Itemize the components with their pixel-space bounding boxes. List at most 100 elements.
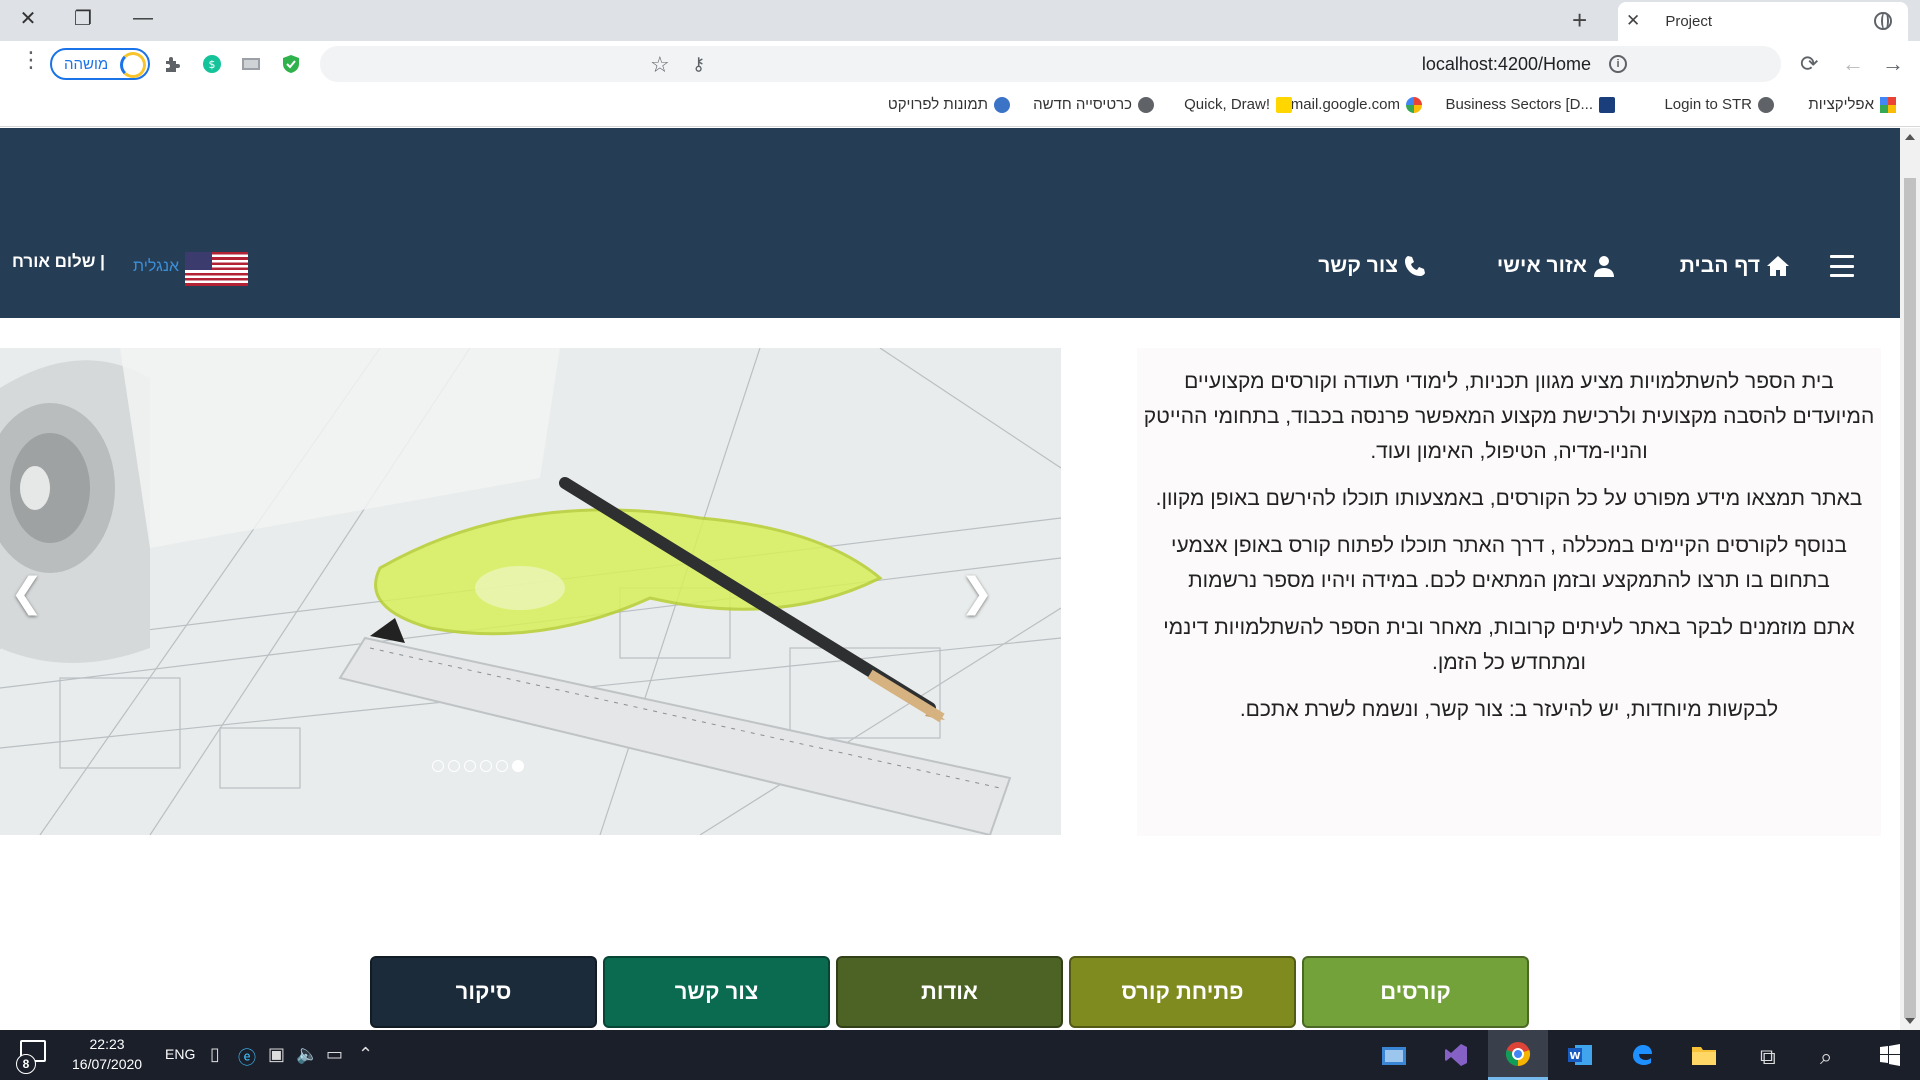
nav-contact-label: צור קשר bbox=[1318, 254, 1398, 277]
forward-icon[interactable]: ← bbox=[1842, 51, 1864, 77]
notification-count: 8 bbox=[16, 1054, 36, 1074]
edge-legacy-tray-icon[interactable]: ⓔ bbox=[238, 1044, 256, 1070]
user-icon bbox=[1594, 256, 1614, 277]
web-page: דף הבית אזור אישי צור קשר אנגלית שלום או… bbox=[0, 128, 1900, 1030]
carousel-dot[interactable] bbox=[496, 760, 508, 772]
site-navbar: דף הבית אזור אישי צור קשר אנגלית שלום או… bbox=[0, 128, 1900, 318]
pencil-icon bbox=[1276, 96, 1292, 113]
hamburger-menu-icon[interactable] bbox=[1830, 255, 1854, 277]
about-paragraph: לבקשות מיוחדות, יש להיעזר ב: צור קשר, ונ… bbox=[1239, 698, 1779, 721]
globe-icon bbox=[1138, 96, 1154, 113]
about-paragraph: אתם מוזמנים לבקר באתר לעיתים קרובות, מאח… bbox=[1163, 616, 1855, 674]
taskbar-chrome-icon[interactable] bbox=[1488, 1030, 1548, 1080]
reload-icon[interactable]: ⟳ bbox=[1800, 51, 1818, 77]
bookmark-project-images[interactable]: תמונות לפרויקט bbox=[888, 96, 1010, 113]
taskbar-clock[interactable]: 22:23 16/07/2020 bbox=[72, 1034, 142, 1074]
about-paragraph: באתר תמצאו מידע מפורט על כל הקורסים, באמ… bbox=[1155, 487, 1863, 510]
close-window-button[interactable]: ✕ bbox=[5, 0, 51, 36]
tab-title: Project bbox=[1665, 13, 1712, 30]
action-center-icon[interactable]: 8 bbox=[16, 1040, 46, 1074]
courses-button[interactable]: קורסים bbox=[1302, 956, 1529, 1028]
shield-extension-icon[interactable] bbox=[281, 54, 301, 74]
restore-window-button[interactable]: ❐ bbox=[60, 0, 106, 36]
home-icon bbox=[1767, 256, 1789, 276]
grammarly-extension-icon[interactable]: $ bbox=[202, 54, 222, 74]
browser-toolbar: ⋮ מושהה $ ☆ ⚷ i localhost:4200/Home ⟳ ← … bbox=[0, 41, 1920, 87]
about-text-box: בית הספר להשתלמויות מציע מגוון תכניות, ל… bbox=[1137, 348, 1881, 836]
nav-home-label: דף הבית bbox=[1679, 254, 1760, 277]
extensions-puzzle-icon[interactable] bbox=[162, 54, 182, 74]
nav-home-link[interactable]: דף הבית bbox=[1680, 254, 1790, 278]
taskbar-file-explorer-icon[interactable] bbox=[1674, 1030, 1734, 1080]
show-hidden-icons-chevron-icon[interactable]: ⌃ bbox=[358, 1044, 373, 1065]
about-paragraph: בנוסף לקורסים הקיימים במכללה , דרך האתר … bbox=[1171, 534, 1847, 592]
network-icon[interactable]: ▣ bbox=[268, 1044, 285, 1065]
language-switch-link[interactable]: אנגלית bbox=[133, 258, 179, 276]
main-actions-row: קורסים פתיחת קורס אודות צור קשר סיקור bbox=[370, 956, 1530, 1030]
avatar bbox=[120, 52, 146, 78]
taskbar-app-store-icon[interactable] bbox=[1364, 1030, 1424, 1080]
carousel-dot[interactable] bbox=[480, 760, 492, 772]
carousel-dot[interactable] bbox=[464, 760, 476, 772]
address-bar[interactable]: ☆ ⚷ i localhost:4200/Home bbox=[320, 46, 1781, 82]
site-info-icon[interactable]: i bbox=[1609, 55, 1627, 73]
bookmark-quick-draw[interactable]: Quick, Draw! bbox=[1184, 96, 1292, 113]
globe-icon bbox=[1758, 96, 1774, 113]
scroll-down-arrow-icon[interactable] bbox=[1905, 1018, 1915, 1024]
carousel-indicators[interactable] bbox=[432, 760, 524, 772]
about-paragraph: בית הספר להשתלמויות מציע מגוון תכניות, ל… bbox=[1143, 370, 1875, 463]
carousel-dot[interactable] bbox=[448, 760, 460, 772]
scrollbar-thumb[interactable] bbox=[1904, 178, 1916, 1018]
tab-project[interactable]: Project ✕ bbox=[1618, 2, 1908, 41]
close-tab-icon[interactable]: ✕ bbox=[1626, 11, 1640, 31]
profile-label: מושהה bbox=[64, 56, 109, 73]
bird-icon bbox=[994, 96, 1010, 113]
about-button[interactable]: אודות bbox=[836, 956, 1063, 1028]
task-view-icon[interactable]: ⧉ bbox=[1760, 1044, 1776, 1070]
carousel-next-arrow[interactable]: ❯ bbox=[960, 570, 994, 616]
key-icon[interactable]: ⚷ bbox=[692, 54, 705, 75]
page-scrollbar[interactable] bbox=[1900, 128, 1920, 1030]
usb-device-icon[interactable]: ▯ bbox=[210, 1044, 220, 1065]
new-tab-button[interactable]: + bbox=[1572, 5, 1587, 36]
taskbar-edge-icon[interactable] bbox=[1612, 1030, 1672, 1080]
volume-icon[interactable]: 🔈 bbox=[296, 1044, 318, 1065]
bookmark-label: Quick, Draw! bbox=[1184, 96, 1270, 113]
windows-taskbar: 8 22:23 16/07/2020 ENG ▯ ⓔ ▣ 🔈 ▭ ⌃ W ⧉ ⌕ bbox=[0, 1030, 1920, 1080]
nav-personal-area-link[interactable]: אזור אישי bbox=[1497, 254, 1615, 278]
back-icon[interactable]: → bbox=[1882, 51, 1904, 77]
bookmark-login-str[interactable]: Login to STR bbox=[1664, 96, 1774, 113]
bookmark-gmail[interactable]: mail.google.com bbox=[1291, 96, 1422, 113]
us-flag-icon[interactable] bbox=[185, 252, 248, 286]
input-language-indicator[interactable]: ENG bbox=[165, 1046, 195, 1062]
profile-button[interactable]: מושהה bbox=[50, 48, 150, 80]
bookmark-business-sectors[interactable]: Business Sectors [D... bbox=[1445, 96, 1615, 113]
apps-grid-icon bbox=[1880, 96, 1896, 113]
nav-contact-link[interactable]: צור קשר bbox=[1318, 254, 1426, 278]
bookmark-star-icon[interactable]: ☆ bbox=[650, 52, 670, 78]
image-carousel[interactable]: ❮ ❯ bbox=[0, 348, 1061, 835]
bookmark-apps[interactable]: אפליקציות bbox=[1808, 96, 1896, 113]
image-extension-icon[interactable] bbox=[241, 54, 261, 74]
carousel-prev-arrow[interactable]: ❮ bbox=[10, 570, 44, 616]
carousel-dot-active[interactable] bbox=[512, 760, 524, 772]
battery-icon[interactable]: ▭ bbox=[326, 1044, 343, 1065]
clock-time: 22:23 bbox=[89, 1036, 125, 1052]
taskbar-word-icon[interactable]: W bbox=[1550, 1030, 1610, 1080]
start-windows-icon[interactable] bbox=[1860, 1030, 1920, 1080]
scroll-up-arrow-icon[interactable] bbox=[1905, 134, 1915, 140]
menu-dots-icon[interactable]: ⋮ bbox=[20, 47, 42, 73]
bookmark-new-tab[interactable]: כרטיסייה חדשה bbox=[1033, 96, 1154, 113]
phone-icon bbox=[1405, 256, 1425, 276]
clock-date: 16/07/2020 bbox=[72, 1056, 143, 1072]
taskbar-visual-studio-icon[interactable] bbox=[1426, 1030, 1486, 1080]
search-icon[interactable]: ⌕ bbox=[1820, 1044, 1832, 1070]
browser-tab-bar: ✕ ❐ — + Project ✕ bbox=[0, 0, 1920, 41]
carousel-dot[interactable] bbox=[432, 760, 444, 772]
svg-text:W: W bbox=[1569, 1051, 1580, 1062]
review-button[interactable]: סיקור bbox=[370, 956, 597, 1028]
minimize-window-button[interactable]: — bbox=[120, 0, 166, 36]
globe-icon bbox=[1874, 12, 1892, 30]
open-course-button[interactable]: פתיחת קורס bbox=[1069, 956, 1296, 1028]
contact-button[interactable]: צור קשר bbox=[603, 956, 830, 1028]
